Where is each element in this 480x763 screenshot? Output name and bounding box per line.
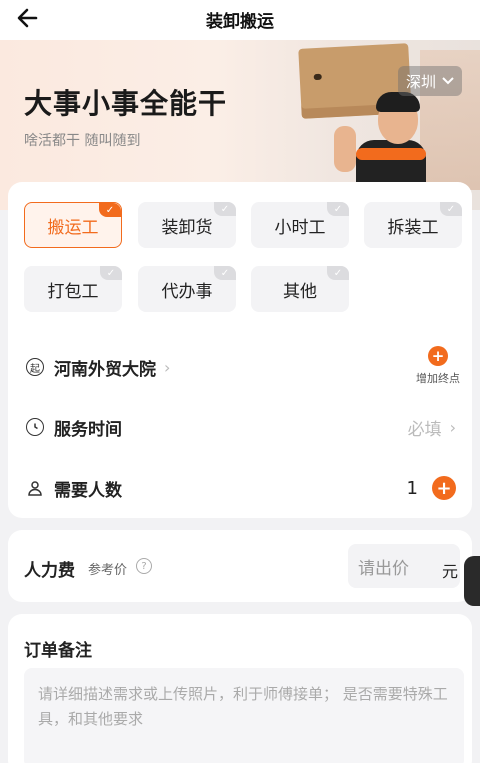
reference-price-link[interactable]: 参考价 xyxy=(88,559,127,578)
chip-label: 装卸货 xyxy=(161,217,213,238)
check-icon: ✓ xyxy=(327,202,349,216)
service-chip-hourly[interactable]: 小时工 ✓ xyxy=(251,202,349,248)
chevron-down-icon xyxy=(442,77,454,85)
labor-fee-label: 人力费 xyxy=(24,561,75,581)
start-point-icon: 起 xyxy=(26,358,44,376)
start-address-row[interactable]: 起 河南外贸大院 › xyxy=(26,352,456,382)
order-note-textarea[interactable]: 请详细描述需求或上传照片，利于师傅接单； 是否需要特殊工具，和其他要求 xyxy=(24,668,464,763)
question-icon[interactable]: ? xyxy=(136,558,152,574)
check-icon: ✓ xyxy=(214,202,236,216)
chip-label: 其他 xyxy=(283,281,317,302)
chip-label: 打包工 xyxy=(47,281,99,302)
chevron-right-icon: › xyxy=(164,357,171,377)
service-chip-errands[interactable]: 代办事 ✓ xyxy=(138,266,236,312)
chip-label: 代办事 xyxy=(161,281,213,302)
people-count-label: 需要人数 xyxy=(54,480,122,501)
chip-label: 拆装工 xyxy=(387,217,439,238)
plus-icon: + xyxy=(428,346,448,366)
check-icon: ✓ xyxy=(440,202,462,216)
service-chip-assembly[interactable]: 拆装工 ✓ xyxy=(364,202,462,248)
chip-label: 搬运工 xyxy=(47,217,99,238)
order-form-card: 搬运工 ✓ 装卸货 ✓ 小时工 ✓ 拆装工 ✓ 打包工 ✓ 代办事 ✓ 其他 ✓… xyxy=(8,182,472,518)
order-note-title: 订单备注 xyxy=(24,641,92,661)
service-chip-porter[interactable]: 搬运工 ✓ xyxy=(24,202,122,248)
add-destination-button[interactable]: + 增加终点 xyxy=(412,346,464,386)
service-chip-loading[interactable]: 装卸货 ✓ xyxy=(138,202,236,248)
top-bar: 装卸搬运 xyxy=(0,0,480,40)
hero-title: 大事小事全能干 xyxy=(24,87,228,120)
chip-label: 小时工 xyxy=(274,217,326,238)
clock-icon xyxy=(26,418,44,436)
increase-people-button[interactable]: + xyxy=(432,476,456,500)
service-time-row[interactable]: 服务时间 必填 › xyxy=(26,412,456,442)
labor-fee-card: 人力费 参考价 ? 请出价 元 xyxy=(8,530,472,602)
city-label: 深圳 xyxy=(406,72,437,91)
check-icon: ✓ xyxy=(99,203,121,217)
currency-unit: 元 xyxy=(442,562,459,581)
check-icon: ✓ xyxy=(327,266,349,280)
floating-side-tab[interactable] xyxy=(464,556,480,606)
add-destination-label: 增加终点 xyxy=(416,372,460,385)
hero-subtitle: 啥活都干 随叫随到 xyxy=(24,133,141,149)
page-title: 装卸搬运 xyxy=(206,12,274,32)
city-selector[interactable]: 深圳 xyxy=(398,66,463,96)
start-address: 河南外贸大院 xyxy=(54,359,156,380)
worker-arm-illustration xyxy=(334,126,356,172)
person-icon xyxy=(26,479,44,497)
check-icon: ✓ xyxy=(214,266,236,280)
order-note-card: 订单备注 请详细描述需求或上传照片，利于师傅接单； 是否需要特殊工具，和其他要求 xyxy=(8,614,472,763)
people-count-value: 1 xyxy=(406,477,418,499)
chevron-right-icon: › xyxy=(449,417,456,437)
people-count-row: 需要人数 1 + xyxy=(26,473,456,503)
service-time-label: 服务时间 xyxy=(54,419,122,440)
service-chip-other[interactable]: 其他 ✓ xyxy=(251,266,349,312)
worker-uniform-stripe xyxy=(356,148,426,160)
service-chip-packing[interactable]: 打包工 ✓ xyxy=(24,266,122,312)
check-icon: ✓ xyxy=(100,266,122,280)
service-time-value: 必填 xyxy=(407,419,442,440)
